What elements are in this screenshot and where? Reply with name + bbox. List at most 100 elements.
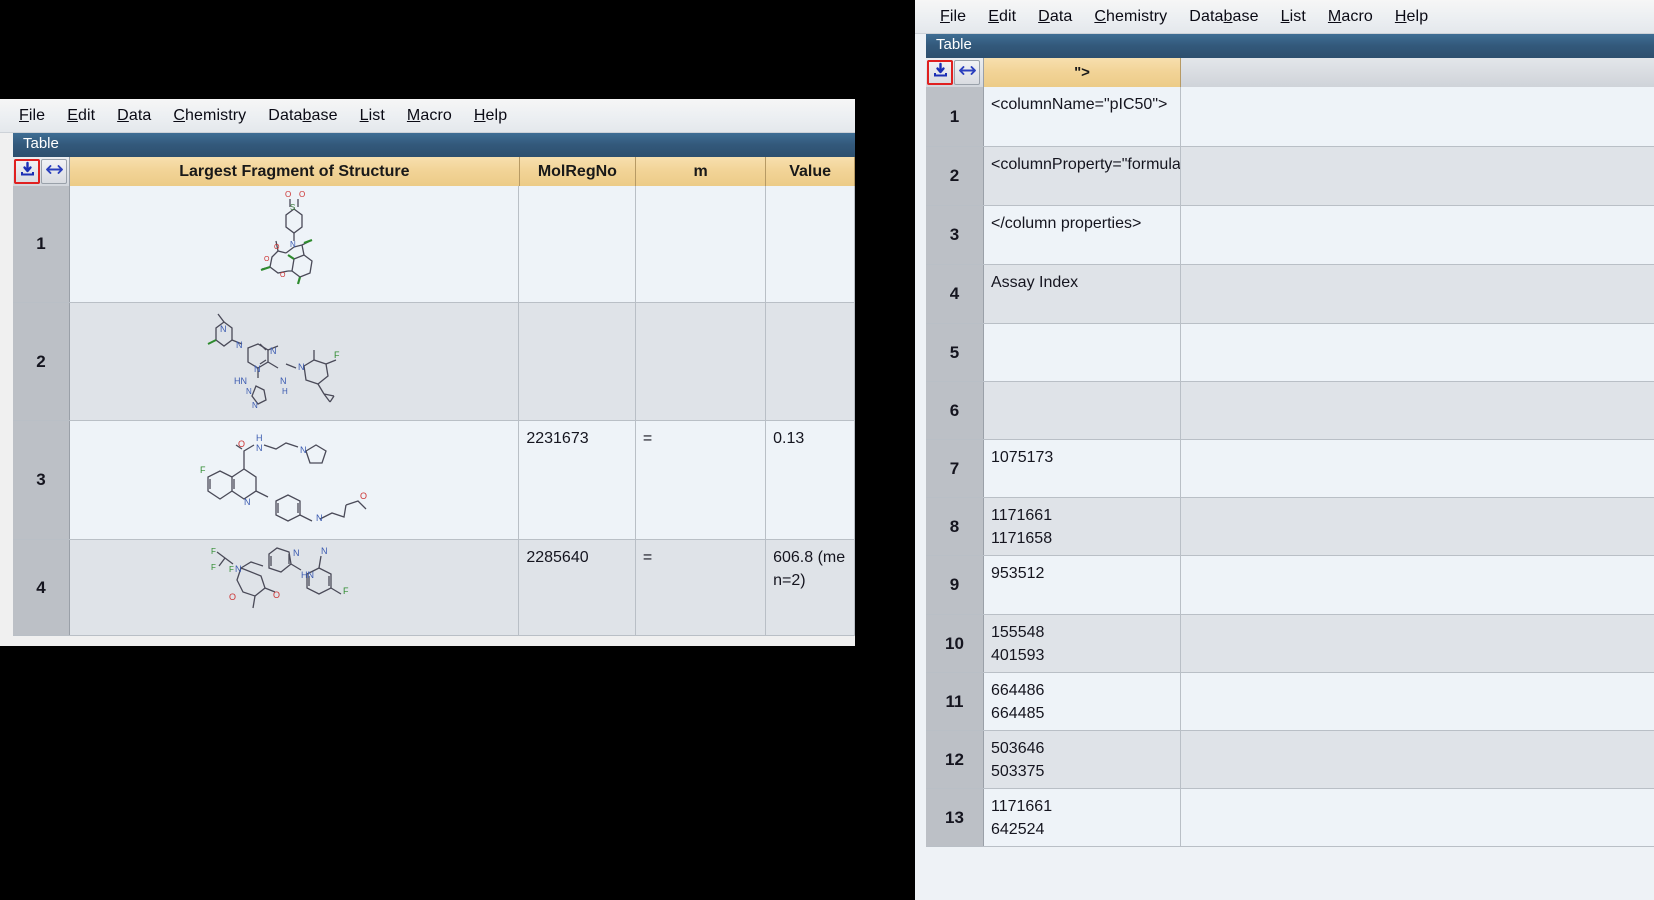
column-header-value[interactable]: Value [766, 157, 855, 186]
empty-area[interactable] [1181, 789, 1654, 846]
table-row[interactable]: 12 503646 503375 502222 [926, 731, 1654, 789]
table-row[interactable]: 7 1075173 [926, 440, 1654, 498]
row-number[interactable]: 4 [13, 540, 70, 635]
xml-value-cell[interactable]: 503646 503375 502222 [984, 731, 1181, 788]
structure-cell[interactable]: S O O N O O O [70, 186, 519, 302]
table-row[interactable]: 2 <columnProperty="formula [926, 147, 1654, 206]
menu-item-edit[interactable]: Edit [56, 105, 106, 127]
empty-area[interactable] [1181, 324, 1654, 381]
value-cell[interactable]: 0.13 [766, 421, 855, 539]
value-cell[interactable] [766, 303, 855, 420]
row-number[interactable]: 12 [926, 731, 984, 788]
xml-value-cell[interactable]: 664486 664485 [984, 673, 1181, 730]
molregno-cell[interactable] [519, 186, 635, 302]
empty-area[interactable] [1181, 556, 1654, 614]
empty-area[interactable] [1181, 673, 1654, 730]
empty-area[interactable] [1181, 731, 1654, 788]
row-number[interactable]: 2 [926, 147, 984, 205]
row-number[interactable]: 13 [926, 789, 984, 846]
table-row[interactable]: 11 664486 664485 [926, 673, 1654, 731]
table-row[interactable]: 13 1171661 642524 [926, 789, 1654, 847]
menu-item-data[interactable]: Data [106, 105, 162, 127]
row-number[interactable]: 9 [926, 556, 984, 614]
table-row[interactable]: 8 1171661 1171658 [926, 498, 1654, 556]
structure-cell[interactable]: F F F N N HN N F O O [70, 540, 519, 635]
row-number[interactable]: 4 [926, 265, 984, 323]
empty-area[interactable] [1181, 440, 1654, 497]
row-number[interactable]: 7 [926, 440, 984, 497]
m-cell[interactable]: = [636, 421, 766, 539]
table-row[interactable]: 9 953512 [926, 556, 1654, 615]
xml-value-cell[interactable]: </column properties> [984, 206, 1181, 264]
menu-item-file[interactable]: File [929, 6, 977, 28]
empty-area[interactable] [1181, 498, 1654, 555]
fit-width-button[interactable] [41, 159, 67, 184]
tab-table[interactable]: Table [929, 34, 982, 58]
column-header-m[interactable]: m [636, 157, 766, 186]
table-row[interactable]: 2 [13, 303, 855, 421]
value-cell[interactable]: 606.8 (me n=2) [766, 540, 855, 635]
molregno-cell[interactable]: 2231673 [519, 421, 635, 539]
row-number[interactable]: 3 [13, 421, 70, 539]
table-row[interactable]: 10 155548 401593 448620 [926, 615, 1654, 673]
table-row[interactable]: 6 [926, 382, 1654, 440]
menu-item-list[interactable]: List [1270, 6, 1317, 28]
xml-value-cell[interactable]: <columnProperty="formula [984, 147, 1181, 205]
empty-area[interactable] [1181, 87, 1654, 146]
xml-value-cell[interactable] [984, 324, 1181, 381]
table-row[interactable]: 1 [13, 186, 855, 303]
tab-table[interactable]: Table [16, 133, 69, 157]
menu-item-file[interactable]: File [8, 105, 56, 127]
menu-item-chemistry[interactable]: Chemistry [1083, 6, 1178, 28]
menu-item-chemistry[interactable]: Chemistry [162, 105, 257, 127]
table-row[interactable]: 1 <columnName="pIC50"> [926, 87, 1654, 147]
row-number[interactable]: 8 [926, 498, 984, 555]
molregno-cell[interactable] [519, 303, 635, 420]
xml-value-cell[interactable]: 1171661 1171658 [984, 498, 1181, 555]
menu-item-database[interactable]: Database [1178, 6, 1269, 28]
menu-item-database[interactable]: Database [257, 105, 348, 127]
column-header-xml[interactable]: "> [984, 58, 1181, 87]
table-row[interactable]: 5 [926, 324, 1654, 382]
table-row[interactable]: 4 Assay Index [926, 265, 1654, 324]
row-number[interactable]: 11 [926, 673, 984, 730]
menu-item-macro[interactable]: Macro [396, 105, 463, 127]
menu-item-help[interactable]: Help [1384, 6, 1439, 28]
menu-item-list[interactable]: List [349, 105, 396, 127]
table-row[interactable]: 3 [13, 421, 855, 540]
table-row[interactable]: 4 [13, 540, 855, 636]
structure-cell[interactable]: N N N N HN N H N N N F [70, 303, 519, 420]
m-cell[interactable] [636, 303, 766, 420]
empty-area[interactable] [1181, 206, 1654, 264]
xml-value-cell[interactable]: 1075173 [984, 440, 1181, 497]
xml-value-cell[interactable]: 953512 [984, 556, 1181, 614]
xml-value-cell[interactable]: 155548 401593 448620 [984, 615, 1181, 672]
row-number[interactable]: 2 [13, 303, 70, 420]
row-number[interactable]: 10 [926, 615, 984, 672]
download-button[interactable] [927, 60, 953, 85]
table-row[interactable]: 3 </column properties> [926, 206, 1654, 265]
xml-value-cell[interactable]: <columnName="pIC50"> [984, 87, 1181, 146]
empty-area[interactable] [1181, 147, 1654, 205]
m-cell[interactable]: = [636, 540, 766, 635]
row-number[interactable]: 1 [926, 87, 984, 146]
menu-item-edit[interactable]: Edit [977, 6, 1027, 28]
structure-cell[interactable]: O H N N F N N O [70, 421, 519, 539]
molregno-cell[interactable]: 2285640 [519, 540, 635, 635]
fit-width-button[interactable] [954, 60, 980, 85]
empty-area[interactable] [1181, 615, 1654, 672]
empty-area[interactable] [1181, 382, 1654, 439]
row-number[interactable]: 1 [13, 186, 70, 302]
column-header-structure[interactable]: Largest Fragment of Structure [70, 157, 520, 186]
row-number[interactable]: 5 [926, 324, 984, 381]
xml-value-cell[interactable] [984, 382, 1181, 439]
m-cell[interactable] [636, 186, 766, 302]
value-cell[interactable] [766, 186, 855, 302]
xml-value-cell[interactable]: Assay Index [984, 265, 1181, 323]
xml-value-cell[interactable]: 1171661 642524 [984, 789, 1181, 846]
download-button[interactable] [14, 159, 40, 184]
row-number[interactable]: 6 [926, 382, 984, 439]
column-header-molregno[interactable]: MolRegNo [520, 157, 636, 186]
menu-item-data[interactable]: Data [1027, 6, 1083, 28]
menu-item-macro[interactable]: Macro [1317, 6, 1384, 28]
